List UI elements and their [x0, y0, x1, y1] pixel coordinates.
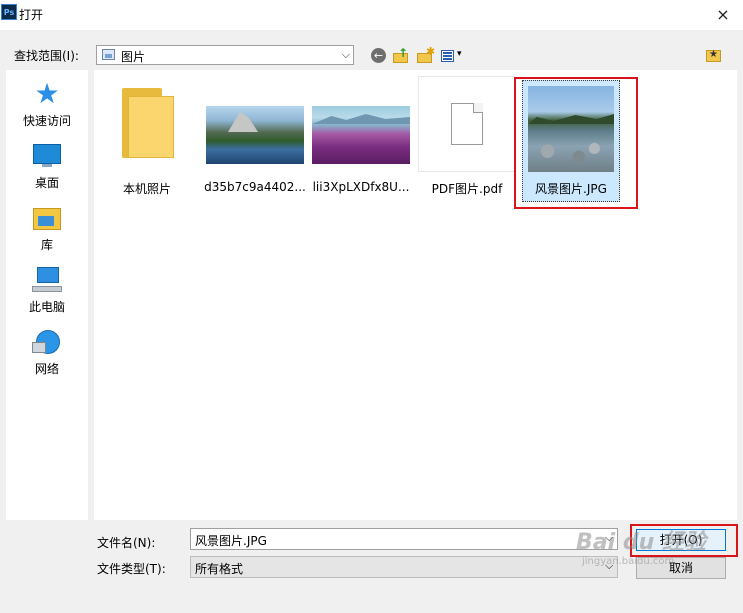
- file-item-image[interactable]: lii3XpLXDfx8U...: [312, 76, 410, 196]
- chevron-down-icon[interactable]: ⌵: [605, 531, 613, 545]
- back-icon[interactable]: ←: [371, 48, 386, 63]
- highlight-box-open-button: [630, 524, 738, 557]
- cancel-button[interactable]: 取消: [636, 557, 726, 579]
- file-item-folder[interactable]: 本机照片: [98, 76, 196, 196]
- sidebar-item-this-pc[interactable]: 此电脑: [6, 260, 88, 318]
- filetype-label: 文件类型(T):: [97, 562, 166, 576]
- star-icon: ★: [34, 77, 60, 110]
- sidebar-item-network[interactable]: 网络: [6, 322, 88, 380]
- document-icon: [418, 76, 516, 176]
- sidebar-item-quick-access[interactable]: ★ 快速访问: [6, 74, 88, 132]
- sidebar-item-library[interactable]: 库: [6, 198, 88, 256]
- sidebar-item-label: 快速访问: [22, 114, 71, 128]
- computer-icon: [32, 266, 62, 294]
- file-name: d35b7c9a4402...: [204, 180, 306, 194]
- file-item-pdf[interactable]: PDF图片.pdf: [418, 76, 516, 196]
- highlight-box-selected-file: [514, 77, 638, 209]
- lookin-value: 图片: [121, 50, 146, 64]
- close-button[interactable]: ×: [703, 0, 743, 30]
- lookin-label: 查找范围(I):: [14, 49, 79, 63]
- sidebar-item-label: 此电脑: [28, 300, 65, 314]
- up-folder-icon[interactable]: ↑: [393, 46, 409, 64]
- view-menu-icon[interactable]: ▾: [441, 48, 466, 64]
- sidebar-item-desktop[interactable]: 桌面: [6, 136, 88, 194]
- file-item-image[interactable]: d35b7c9a4402...: [204, 76, 306, 196]
- network-icon: [32, 328, 62, 356]
- sidebar-item-label: 网络: [34, 362, 59, 376]
- image-thumbnail: [312, 76, 410, 176]
- sidebar-item-label: 库: [40, 238, 53, 252]
- library-icon: [32, 204, 62, 232]
- folder-icon: [98, 76, 196, 176]
- desktop-icon: [32, 142, 62, 170]
- filetype-combobox[interactable]: 所有格式: [190, 556, 618, 578]
- file-list-view[interactable]: 本机照片 d35b7c9a4402... lii3XpLXDfx8U... PD…: [94, 70, 737, 520]
- details-view-icon: [441, 50, 454, 62]
- filename-input[interactable]: 风景图片.JPG: [190, 528, 618, 550]
- sidebar-item-label: 桌面: [34, 176, 59, 190]
- image-thumbnail: [206, 76, 304, 176]
- lookin-combobox[interactable]: 图片 ⌵: [96, 45, 354, 65]
- file-name: 本机照片: [122, 182, 171, 196]
- places-sidebar: ★ 快速访问 桌面 库 此电脑 网络: [6, 70, 88, 520]
- pictures-folder-icon: [102, 49, 115, 60]
- favorite-folder-icon[interactable]: ★: [706, 48, 722, 62]
- file-name: lii3XpLXDfx8U...: [312, 180, 410, 194]
- sparkle-icon: ✱: [426, 45, 436, 58]
- file-name: PDF图片.pdf: [431, 182, 503, 196]
- filename-label: 文件名(N):: [97, 536, 156, 550]
- photoshop-app-icon: Ps: [1, 4, 17, 20]
- new-folder-icon[interactable]: ✱: [417, 45, 436, 64]
- up-arrow-icon: ↑: [398, 46, 409, 60]
- title-bar: Ps 打开 ×: [0, 0, 743, 30]
- star-small-icon: ★: [709, 49, 718, 60]
- chevron-down-icon[interactable]: ⌵: [605, 559, 613, 573]
- chevron-down-icon[interactable]: ⌵: [342, 48, 350, 62]
- window-title: 打开: [19, 8, 44, 22]
- view-dropdown-icon: ▾: [457, 49, 462, 59]
